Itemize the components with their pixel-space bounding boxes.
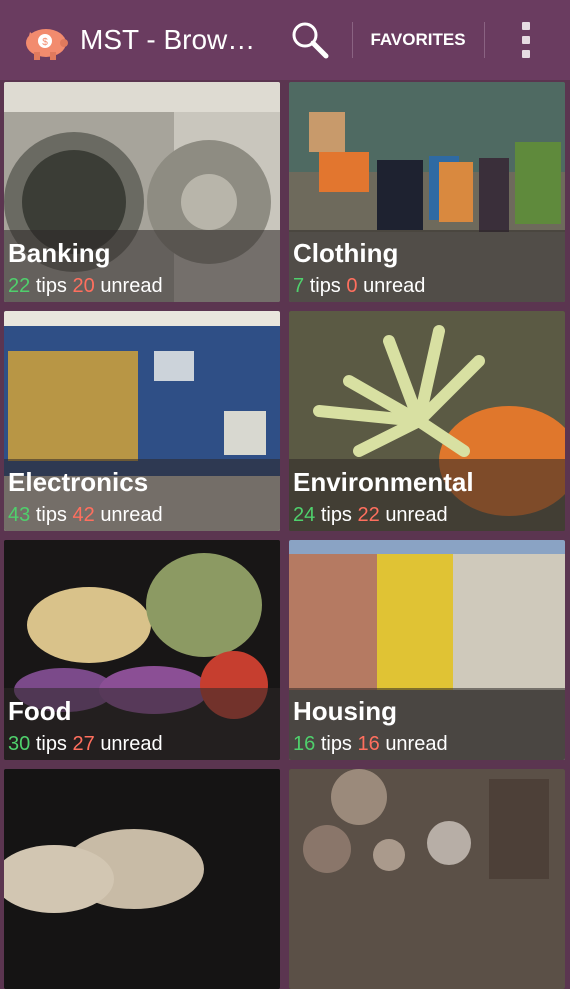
category-grid: Banking 22 tips 20 unread Clothing 7 tip… (0, 80, 570, 989)
tips-label: tips (35, 733, 67, 755)
divider (484, 22, 485, 58)
search-icon[interactable] (286, 16, 334, 64)
category-name: Housing (293, 696, 397, 726)
category-tile-environmental[interactable]: Environmental 24 tips 22 unread (289, 311, 565, 531)
overflow-menu-icon[interactable] (506, 18, 546, 62)
category-stats: 22 tips 20 unread (8, 274, 163, 298)
unread-label: unread (100, 733, 163, 755)
category-tile-partial-right[interactable] (289, 769, 565, 989)
category-name: Clothing (293, 238, 399, 268)
category-name: Environmental (293, 467, 474, 497)
category-tile-housing[interactable]: Housing 16 tips 16 unread (289, 540, 565, 760)
app-title: MST - Brow… (80, 24, 256, 55)
piggy-bank-icon[interactable]: $ (20, 18, 70, 62)
tips-count: 24 (293, 504, 316, 526)
shoes-image (4, 769, 280, 989)
unread-count: 27 (72, 733, 95, 755)
unread-label: unread (100, 504, 163, 526)
tips-label: tips (320, 504, 352, 526)
unread-label: unread (363, 275, 426, 297)
category-tile-clothing[interactable]: Clothing 7 tips 0 unread (289, 82, 565, 302)
tips-label: tips (309, 275, 341, 297)
category-stats: 16 tips 16 unread (293, 732, 448, 756)
tips-count: 16 (293, 733, 316, 755)
unread-count: 0 (346, 275, 358, 297)
unread-label: unread (100, 275, 163, 297)
category-stats: 24 tips 22 unread (293, 503, 448, 527)
tips-label: tips (320, 733, 352, 755)
category-tile-partial-left[interactable] (4, 769, 280, 989)
category-stats: 30 tips 27 unread (8, 732, 163, 756)
category-tile-banking[interactable]: Banking 22 tips 20 unread (4, 82, 280, 302)
divider (352, 22, 353, 58)
category-tile-food[interactable]: Food 30 tips 27 unread (4, 540, 280, 760)
unread-label: unread (385, 733, 448, 755)
category-name: Banking (8, 238, 111, 268)
category-tile-electronics[interactable]: Electronics 43 tips 42 unread (4, 311, 280, 531)
unread-count: 42 (72, 504, 95, 526)
unread-count: 22 (357, 504, 380, 526)
svg-text:$: $ (42, 37, 48, 48)
category-stats: 43 tips 42 unread (8, 503, 163, 527)
tips-label: tips (35, 275, 67, 297)
metal-scrap-image (289, 769, 565, 989)
app-bar: $ MST - Brow… FAVORITES (0, 0, 570, 80)
favorites-button[interactable]: FAVORITES (360, 22, 476, 58)
unread-count: 20 (72, 275, 95, 297)
category-stats: 7 tips 0 unread (293, 274, 425, 298)
tips-count: 30 (8, 733, 31, 755)
tips-label: tips (35, 504, 67, 526)
tips-count: 43 (8, 504, 31, 526)
category-name: Electronics (8, 467, 149, 497)
unread-label: unread (385, 504, 448, 526)
category-name: Food (8, 696, 72, 726)
tips-count: 7 (293, 275, 305, 297)
tips-count: 22 (8, 275, 31, 297)
unread-count: 16 (357, 733, 380, 755)
